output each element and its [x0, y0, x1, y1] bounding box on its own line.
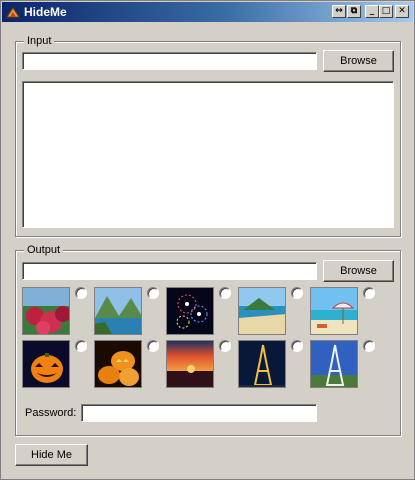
beach-umbrella-image[interactable]	[310, 287, 358, 335]
pumpkins-group-image[interactable]	[94, 340, 142, 388]
hide-me-button[interactable]: Hide Me	[15, 444, 88, 466]
input-legend: Input	[24, 35, 55, 47]
hideme-window: HideMe ↔ ⧉ _ □ ✕ Input Browse Output Bro…	[0, 0, 415, 480]
restore-icon[interactable]: ↔	[332, 5, 346, 18]
eiffel-tower-night-radio[interactable]	[291, 340, 303, 352]
flowers-image[interactable]	[22, 287, 70, 335]
pumpkin-image[interactable]	[22, 340, 70, 388]
eiffel-tower-night-image[interactable]	[238, 340, 286, 388]
fireworks-radio[interactable]	[219, 287, 231, 299]
beach-island-image[interactable]	[238, 287, 286, 335]
beach-umbrella-radio[interactable]	[363, 287, 375, 299]
flowers-radio[interactable]	[75, 287, 87, 299]
app-icon	[6, 7, 20, 18]
title-bar[interactable]: HideMe ↔ ⧉ _ □ ✕	[2, 2, 413, 22]
input-path-field[interactable]	[22, 52, 317, 70]
sunset-image[interactable]	[166, 340, 214, 388]
password-label: Password:	[25, 407, 77, 419]
beach-island-radio[interactable]	[291, 287, 303, 299]
maximize-icon[interactable]: □	[379, 5, 393, 18]
pumpkins-group-radio[interactable]	[147, 340, 159, 352]
output-path-field[interactable]	[22, 262, 317, 280]
lake-mountains-image[interactable]	[94, 287, 142, 335]
password-field[interactable]	[81, 404, 317, 422]
eiffel-tower-day-image[interactable]	[310, 340, 358, 388]
output-browse-button[interactable]: Browse	[323, 260, 394, 282]
pumpkin-radio[interactable]	[75, 340, 87, 352]
lake-mountains-radio[interactable]	[147, 287, 159, 299]
close-icon[interactable]: ✕	[395, 5, 409, 18]
input-text-area[interactable]	[22, 81, 394, 228]
fireworks-image[interactable]	[166, 287, 214, 335]
output-legend: Output	[24, 244, 64, 256]
window-title: HideMe	[24, 5, 67, 19]
input-browse-button[interactable]: Browse	[323, 50, 394, 72]
minimize-icon[interactable]: _	[365, 5, 379, 18]
copy-icon[interactable]: ⧉	[347, 5, 361, 18]
sunset-radio[interactable]	[219, 340, 231, 352]
eiffel-tower-day-radio[interactable]	[363, 340, 375, 352]
